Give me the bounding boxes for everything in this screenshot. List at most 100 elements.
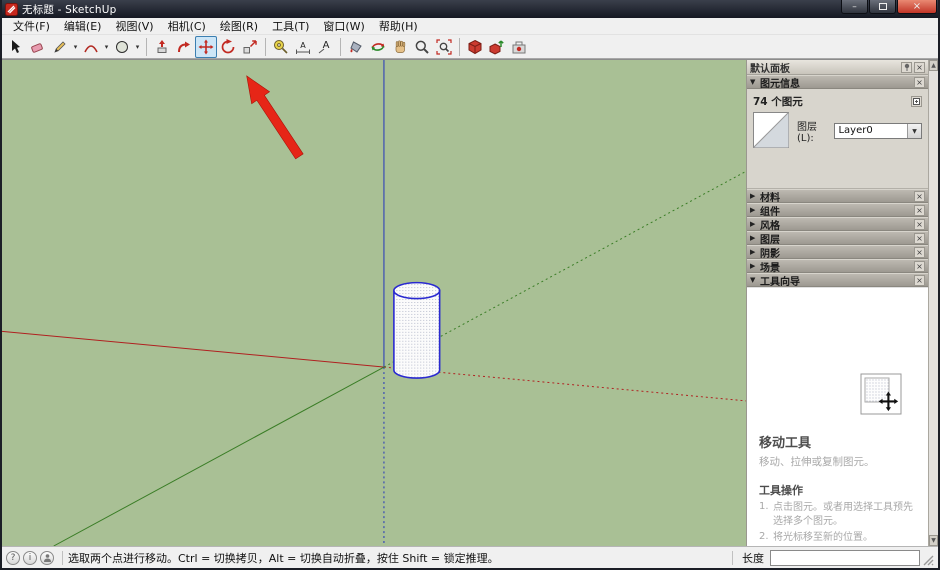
chevron-right-icon: ▶ [750,220,760,228]
status-message: 选取两个点进行移动。Ctrl = 切换拷贝，Alt = 切换自动折叠，按住 Sh… [68,550,727,566]
close-button[interactable]: × [897,0,937,14]
section-header-layers[interactable]: ▶ 图层 × [747,231,928,245]
arc-tool-button[interactable] [80,36,102,58]
get-models-button[interactable] [464,36,486,58]
chevron-down-icon: ▼ [750,78,760,86]
window-title: 无标题 - SketchUp [22,2,117,17]
zoom-extents-tool-button[interactable] [433,36,455,58]
layer-select[interactable]: Layer0 ▼ [834,123,922,139]
zoom-tool-button[interactable] [411,36,433,58]
chevron-right-icon: ▶ [750,192,760,200]
entity-info-close-button[interactable]: × [914,77,925,88]
maximize-icon [879,3,887,10]
select-icon [8,39,24,55]
shape-tool-button[interactable] [111,36,133,58]
entity-details-toggle[interactable] [911,96,922,107]
section-header-components[interactable]: ▶ 组件 × [747,203,928,217]
text-tool-button[interactable]: A [314,36,336,58]
entity-count: 74 个图元 [753,94,909,109]
menu-item-tools[interactable]: 工具(T) [265,17,316,35]
chevron-down-icon: ▼ [750,276,760,284]
toolbar-separator [265,38,266,56]
instructor-step: 1. 点击图元。或者用选择工具预先选择多个图元。 [759,501,918,528]
followme-tool-button[interactable] [173,36,195,58]
menu-item-draw[interactable]: 绘图(R) [213,17,265,35]
minimize-button[interactable]: – [841,0,868,14]
tray-close-button[interactable]: × [914,62,925,73]
shadows-close-button[interactable]: × [914,247,925,258]
maximize-button[interactable] [869,0,896,14]
viewport-canvas[interactable] [2,60,746,546]
paint-bucket-icon [348,39,364,55]
cylinder-model[interactable] [394,283,440,378]
toolbar-separator [459,38,460,56]
zoom-extents-icon [436,39,452,55]
components-close-button[interactable]: × [914,205,925,216]
line-tool-dropdown[interactable]: ▾ [71,36,80,58]
move-tool-illustration-icon [860,373,902,418]
rotate-icon [220,39,236,55]
menu-item-edit[interactable]: 编辑(E) [57,17,109,35]
orbit-tool-button[interactable] [367,36,389,58]
section-header-materials[interactable]: ▶ 材料 × [747,189,928,203]
shape-tool-dropdown[interactable]: ▾ [133,36,142,58]
sketchup-window: 无标题 - SketchUp – × 文件(F) 编辑(E) 视图(V) 相机(… [0,0,940,570]
extension-warehouse-button[interactable] [508,36,530,58]
share-model-button[interactable] [486,36,508,58]
paint-bucket-tool-button[interactable] [345,36,367,58]
instructor-step: 2. 将光标移至新的位置。 [759,531,918,545]
dimension-icon: A [295,39,311,55]
measurement-input[interactable] [770,550,920,566]
rotate-tool-button[interactable] [217,36,239,58]
menu-item-file[interactable]: 文件(F) [6,17,57,35]
materials-close-button[interactable]: × [914,191,925,202]
info-icon[interactable]: i [23,551,37,565]
entity-info-title: 图元信息 [760,75,912,90]
instructor-close-button[interactable]: × [914,275,925,286]
tray-title: 默认面板 [750,60,899,75]
scale-tool-button[interactable] [239,36,261,58]
tape-measure-icon [273,39,289,55]
chevron-down-icon[interactable]: ▼ [907,124,921,138]
scroll-up-icon[interactable]: ▲ [929,60,938,71]
section-header-shadows[interactable]: ▶ 阴影 × [747,245,928,259]
status-bar: ? i 选取两个点进行移动。Ctrl = 切换拷贝，Alt = 切换自动折叠，按… [2,546,938,568]
menu-item-camera[interactable]: 相机(C) [161,17,213,35]
scenes-close-button[interactable]: × [914,261,925,272]
resize-grip[interactable] [922,550,934,566]
menu-item-window[interactable]: 窗口(W) [316,17,371,35]
instructor-operations-title: 工具操作 [759,482,918,498]
title-bar: 无标题 - SketchUp – × [2,0,938,18]
arc-icon [83,39,99,55]
eraser-tool-button[interactable] [27,36,49,58]
styles-close-button[interactable]: × [914,219,925,230]
toolbar-separator [146,38,147,56]
user-icon[interactable] [40,551,54,565]
section-header-scenes[interactable]: ▶ 场景 × [747,259,928,273]
section-header-instructor[interactable]: ▼ 工具向导 × [747,273,928,287]
menu-item-help[interactable]: 帮助(H) [372,17,425,35]
extension-box-icon [511,39,527,55]
section-header-entity-info[interactable]: ▼ 图元信息 × [747,75,928,89]
select-tool-button[interactable] [5,36,27,58]
pan-tool-button[interactable] [389,36,411,58]
instructor-figure [747,288,928,406]
circle-shape-icon [114,39,130,55]
pin-icon[interactable] [901,62,912,73]
panel-scrollbar[interactable]: ▲ ▼ [928,60,938,546]
pencil-icon [52,39,68,55]
dimension-tool-button[interactable]: A [292,36,314,58]
chevron-right-icon: ▶ [750,262,760,270]
right-panel-column: 默认面板 × ▼ 图元信息 × 74 个图元 [746,59,938,546]
layers-close-button[interactable]: × [914,233,925,244]
section-header-styles[interactable]: ▶ 风格 × [747,217,928,231]
help-icon[interactable]: ? [6,551,20,565]
model-viewport[interactable] [2,59,746,546]
pushpull-tool-button[interactable] [151,36,173,58]
line-tool-button[interactable] [49,36,71,58]
arc-tool-dropdown[interactable]: ▾ [102,36,111,58]
move-tool-button[interactable] [195,36,217,58]
scroll-down-icon[interactable]: ▼ [929,535,938,546]
menu-item-view[interactable]: 视图(V) [108,17,160,35]
tape-measure-tool-button[interactable] [270,36,292,58]
